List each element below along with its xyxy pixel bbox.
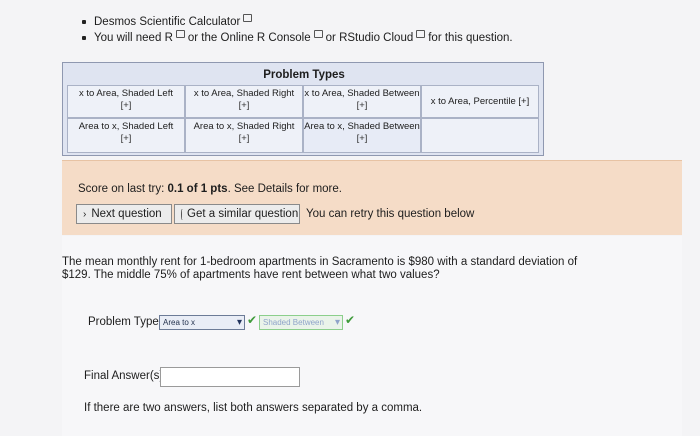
problem-type-x-area-percentile[interactable]: x to Area, Percentile [+] xyxy=(421,85,539,118)
bullet-dot xyxy=(82,36,86,40)
select-1-value: Area to x xyxy=(163,318,196,327)
score-prefix: Score on last try: xyxy=(78,183,168,195)
select-2-value: Shaded Between xyxy=(263,318,324,327)
score-banner: Score on last try: 0.1 of 1 pts. See Det… xyxy=(62,160,682,235)
rstudio-cloud-link[interactable]: RStudio Cloud xyxy=(339,30,413,46)
chevron-right-icon: › xyxy=(83,208,87,220)
expand-toggle[interactable]: [+] xyxy=(186,100,302,112)
problem-type-label: Problem Type: xyxy=(88,316,162,328)
check-icon: ✔ xyxy=(345,313,356,327)
expand-toggle[interactable]: [+] xyxy=(186,133,302,145)
question-card: The mean monthly rent for 1-bedroom apar… xyxy=(62,236,682,436)
external-link-icon xyxy=(313,30,323,38)
refresh-icon xyxy=(181,208,183,220)
bullet-dot xyxy=(82,20,86,24)
resource-list: Desmos Scientific Calculator You will ne… xyxy=(82,14,513,46)
problem-type-label: x to Area, Shaded Left xyxy=(78,88,173,99)
problem-type-label: x to Area, Shaded Between xyxy=(304,88,420,99)
problem-type-empty-cell xyxy=(421,118,539,153)
chevron-down-icon: ▾ xyxy=(236,317,242,328)
problem-type-label: x to Area, Shaded Right xyxy=(193,88,295,99)
r-link[interactable]: R xyxy=(165,30,173,46)
resource-text-prefix: You will need xyxy=(94,32,162,44)
online-r-console-link[interactable]: Online R Console xyxy=(221,30,311,46)
problem-type-select-1[interactable]: Area to x ▾ xyxy=(159,315,245,330)
problem-type-x-area-between[interactable]: x to Area, Shaded Between [+] xyxy=(303,85,421,118)
external-link-icon xyxy=(243,14,253,22)
problem-type-label: Area to x, Shaded Left xyxy=(78,121,174,132)
similar-question-button[interactable]: Get a similar question xyxy=(174,204,300,224)
resource-text-mid1: or the xyxy=(187,32,218,44)
final-answer-label: Final Answer(s): xyxy=(84,370,167,382)
expand-toggle[interactable]: [+] xyxy=(304,100,420,112)
expand-toggle[interactable]: [+] xyxy=(68,100,184,112)
external-link-icon xyxy=(175,30,185,38)
desmos-link[interactable]: Desmos Scientific Calculator xyxy=(94,14,240,30)
next-question-button[interactable]: › Next question xyxy=(76,204,172,224)
question-text: The mean monthly rent for 1-bedroom apar… xyxy=(62,256,578,281)
score-text: Score on last try: 0.1 of 1 pts. See Det… xyxy=(78,183,342,195)
score-value: 0.1 of 1 pts xyxy=(167,183,228,195)
resource-text-suffix: for this question. xyxy=(428,32,513,44)
problem-types-grid: x to Area, Shaded Left [+] x to Area, Sh… xyxy=(67,85,539,153)
expand-toggle[interactable]: [+] xyxy=(518,96,529,107)
retry-text: You can retry this question below xyxy=(306,208,475,220)
problem-types-panel: Problem Types x to Area, Shaded Left [+]… xyxy=(62,62,544,156)
problem-type-area-x-between[interactable]: Area to x, Shaded Between [+] xyxy=(303,118,421,153)
answer-note: If there are two answers, list both answ… xyxy=(84,402,423,414)
problem-type-area-x-right[interactable]: Area to x, Shaded Right [+] xyxy=(185,118,303,153)
chevron-down-icon: ▾ xyxy=(334,317,340,328)
expand-toggle[interactable]: [+] xyxy=(68,133,184,145)
problem-type-label: Area to x, Shaded Right xyxy=(193,121,295,132)
problem-type-label: Area to x, Shaded Between xyxy=(304,121,420,132)
problem-types-title: Problem Types xyxy=(263,69,345,81)
page: Desmos Scientific Calculator You will ne… xyxy=(0,0,700,436)
resource-item-r: You will need R or the Online R Console … xyxy=(82,30,513,46)
external-link-icon xyxy=(416,30,426,38)
score-suffix: . See Details for more. xyxy=(227,183,342,195)
resource-item-desmos: Desmos Scientific Calculator xyxy=(82,14,513,30)
problem-type-area-x-left[interactable]: Area to x, Shaded Left [+] xyxy=(67,118,185,153)
problem-type-x-area-right[interactable]: x to Area, Shaded Right [+] xyxy=(185,85,303,118)
final-answer-input[interactable] xyxy=(160,367,300,387)
expand-toggle[interactable]: [+] xyxy=(304,133,420,145)
problem-type-x-area-left[interactable]: x to Area, Shaded Left [+] xyxy=(67,85,185,118)
similar-question-label: Get a similar question xyxy=(187,208,299,220)
problem-type-label: x to Area, Percentile xyxy=(430,96,516,107)
check-icon: ✔ xyxy=(247,313,258,327)
resource-text-mid2: or xyxy=(325,32,336,44)
next-question-label: Next question xyxy=(91,208,162,220)
problem-type-select-2[interactable]: Shaded Between ▾ xyxy=(259,315,343,330)
